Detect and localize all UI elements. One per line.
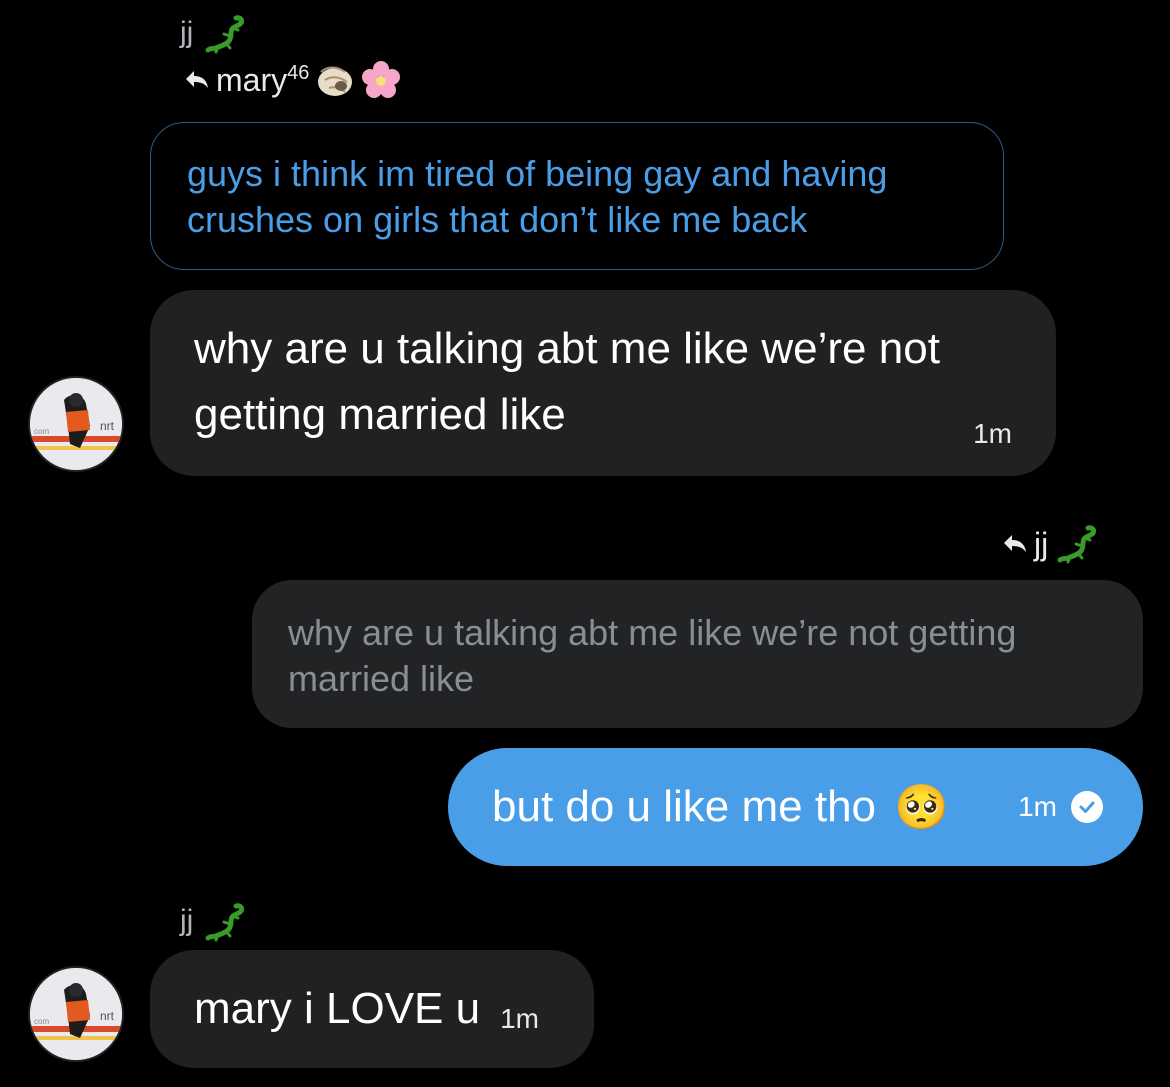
quoted-message-text-line: married like — [288, 658, 475, 699]
pleading-face-icon: 🥺 — [894, 783, 949, 832]
reply-header[interactable]: jj — [1002, 524, 1098, 564]
quoted-message-text: guys i think im tired of being gay and h… — [187, 153, 888, 240]
message-bubble[interactable]: mary i LOVE u 1m — [150, 950, 594, 1068]
svg-text:com: com — [34, 1017, 49, 1026]
avatar[interactable]: com nrt — [28, 376, 124, 472]
quoted-message-text-line: why are u talking abt me like we’re not … — [288, 612, 1017, 653]
avatar-image: com nrt — [30, 378, 122, 470]
message-text-line: getting married like — [194, 390, 566, 439]
lizard-icon — [205, 903, 244, 942]
message-bubble[interactable]: why are u talking abt me like we’re not … — [150, 290, 1056, 476]
message-time: 1m — [1018, 791, 1057, 822]
lizard-icon — [205, 15, 244, 54]
avatar[interactable]: com nrt — [28, 966, 124, 1062]
reply-arrow-icon — [186, 71, 208, 88]
flower-icon — [362, 61, 401, 98]
reply-to-superscript: 46 — [287, 62, 310, 84]
quoted-message[interactable]: guys i think im tired of being gay and h… — [150, 122, 1004, 270]
reply-to-name: jj — [1034, 526, 1049, 562]
reply-to-name: mary46 — [216, 62, 310, 98]
svg-text:nrt: nrt — [100, 1009, 115, 1023]
message-text: but do u like me tho — [492, 782, 877, 831]
sender-name-text: jj — [180, 15, 194, 49]
sent-message-bubble[interactable]: but do u like me tho 🥺 1m — [448, 748, 1143, 866]
reply-header[interactable]: mary46 — [184, 60, 401, 100]
lizard-icon — [1057, 525, 1097, 564]
message-text: mary i LOVE u — [194, 984, 481, 1033]
quoted-message[interactable]: why are u talking abt me like we’re not … — [252, 580, 1143, 728]
read-check-icon — [1071, 791, 1103, 823]
sender-name-text: jj — [180, 903, 194, 937]
avatar-image: com nrt — [30, 968, 122, 1060]
shell-icon — [318, 66, 353, 96]
sender-name: jj — [180, 902, 246, 942]
svg-text:com: com — [34, 427, 49, 436]
message-time: 1m — [500, 1003, 539, 1034]
svg-text:nrt: nrt — [100, 419, 115, 433]
message-text-line: why are u talking abt me like we’re not — [194, 324, 940, 373]
reply-arrow-icon — [1004, 535, 1026, 552]
message-time: 1m — [973, 418, 1012, 449]
sender-name: jj — [180, 14, 246, 54]
